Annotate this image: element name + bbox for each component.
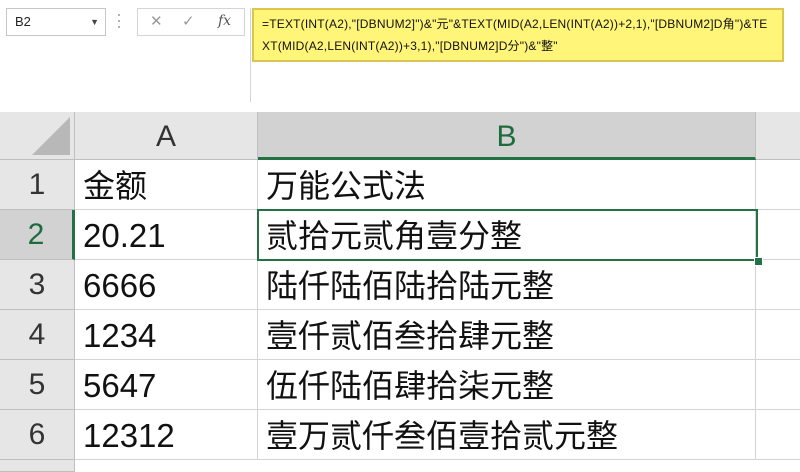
- enter-icon[interactable]: ✓: [182, 12, 195, 30]
- cell-c4[interactable]: [756, 310, 800, 360]
- cell-a3[interactable]: 6666: [75, 260, 258, 310]
- cell-a2[interactable]: 20.21: [75, 210, 258, 260]
- cell-a6[interactable]: 12312: [75, 410, 258, 460]
- formula-bar-area: B2 ▼ ✕ ✓ fx =TEXT(INT(A2),"[DBNUM2]")&"元…: [0, 0, 800, 108]
- cell-a4[interactable]: 1234: [75, 310, 258, 360]
- select-all-button[interactable]: [0, 112, 75, 160]
- cell-c6[interactable]: [756, 410, 800, 460]
- grip-icon: [117, 14, 121, 32]
- cell-a5[interactable]: 5647: [75, 360, 258, 410]
- column-header-c[interactable]: [756, 112, 800, 160]
- cell-a1[interactable]: 金额: [75, 160, 258, 210]
- cell-b5[interactable]: 伍仟陆佰肆拾柒元整: [258, 360, 756, 410]
- row-header-1[interactable]: 1: [0, 160, 75, 210]
- row-header-5[interactable]: 5: [0, 360, 75, 410]
- row-header-7[interactable]: [0, 460, 75, 472]
- cell-c3[interactable]: [756, 260, 800, 310]
- cell-c1[interactable]: [756, 160, 800, 210]
- cell-b4[interactable]: 壹仟贰佰叁拾肆元整: [258, 310, 756, 360]
- cell-b1[interactable]: 万能公式法: [258, 160, 756, 210]
- chevron-down-icon[interactable]: ▼: [90, 9, 99, 35]
- cell-b2[interactable]: 贰拾元贰角壹分整: [258, 210, 756, 260]
- row-header-6[interactable]: 6: [0, 410, 75, 460]
- name-box[interactable]: B2 ▼: [6, 8, 106, 36]
- column-header-a[interactable]: A: [75, 112, 258, 160]
- insert-function-icon[interactable]: fx: [218, 13, 231, 29]
- column-header-b[interactable]: B: [258, 112, 756, 160]
- cell-c5[interactable]: [756, 360, 800, 410]
- formula-buttons: ✕ ✓ fx: [137, 8, 245, 36]
- fill-handle[interactable]: [754, 257, 763, 266]
- row-header-4[interactable]: 4: [0, 310, 75, 360]
- spreadsheet-grid: A B 1 金额 万能公式法 2 20.21 贰拾元贰角壹分整 3 6666 陆…: [0, 112, 800, 472]
- cell-b6[interactable]: 壹万贰仟叁佰壹拾贰元整: [258, 410, 756, 460]
- cancel-icon[interactable]: ✕: [150, 12, 163, 30]
- row-header-2[interactable]: 2: [0, 210, 75, 260]
- row-header-3[interactable]: 3: [0, 260, 75, 310]
- formula-input[interactable]: =TEXT(INT(A2),"[DBNUM2]")&"元"&TEXT(MID(A…: [252, 8, 784, 62]
- cell-c2[interactable]: [756, 210, 800, 260]
- name-box-value: B2: [15, 14, 31, 29]
- cell-b3[interactable]: 陆仟陆佰陆拾陆元整: [258, 260, 756, 310]
